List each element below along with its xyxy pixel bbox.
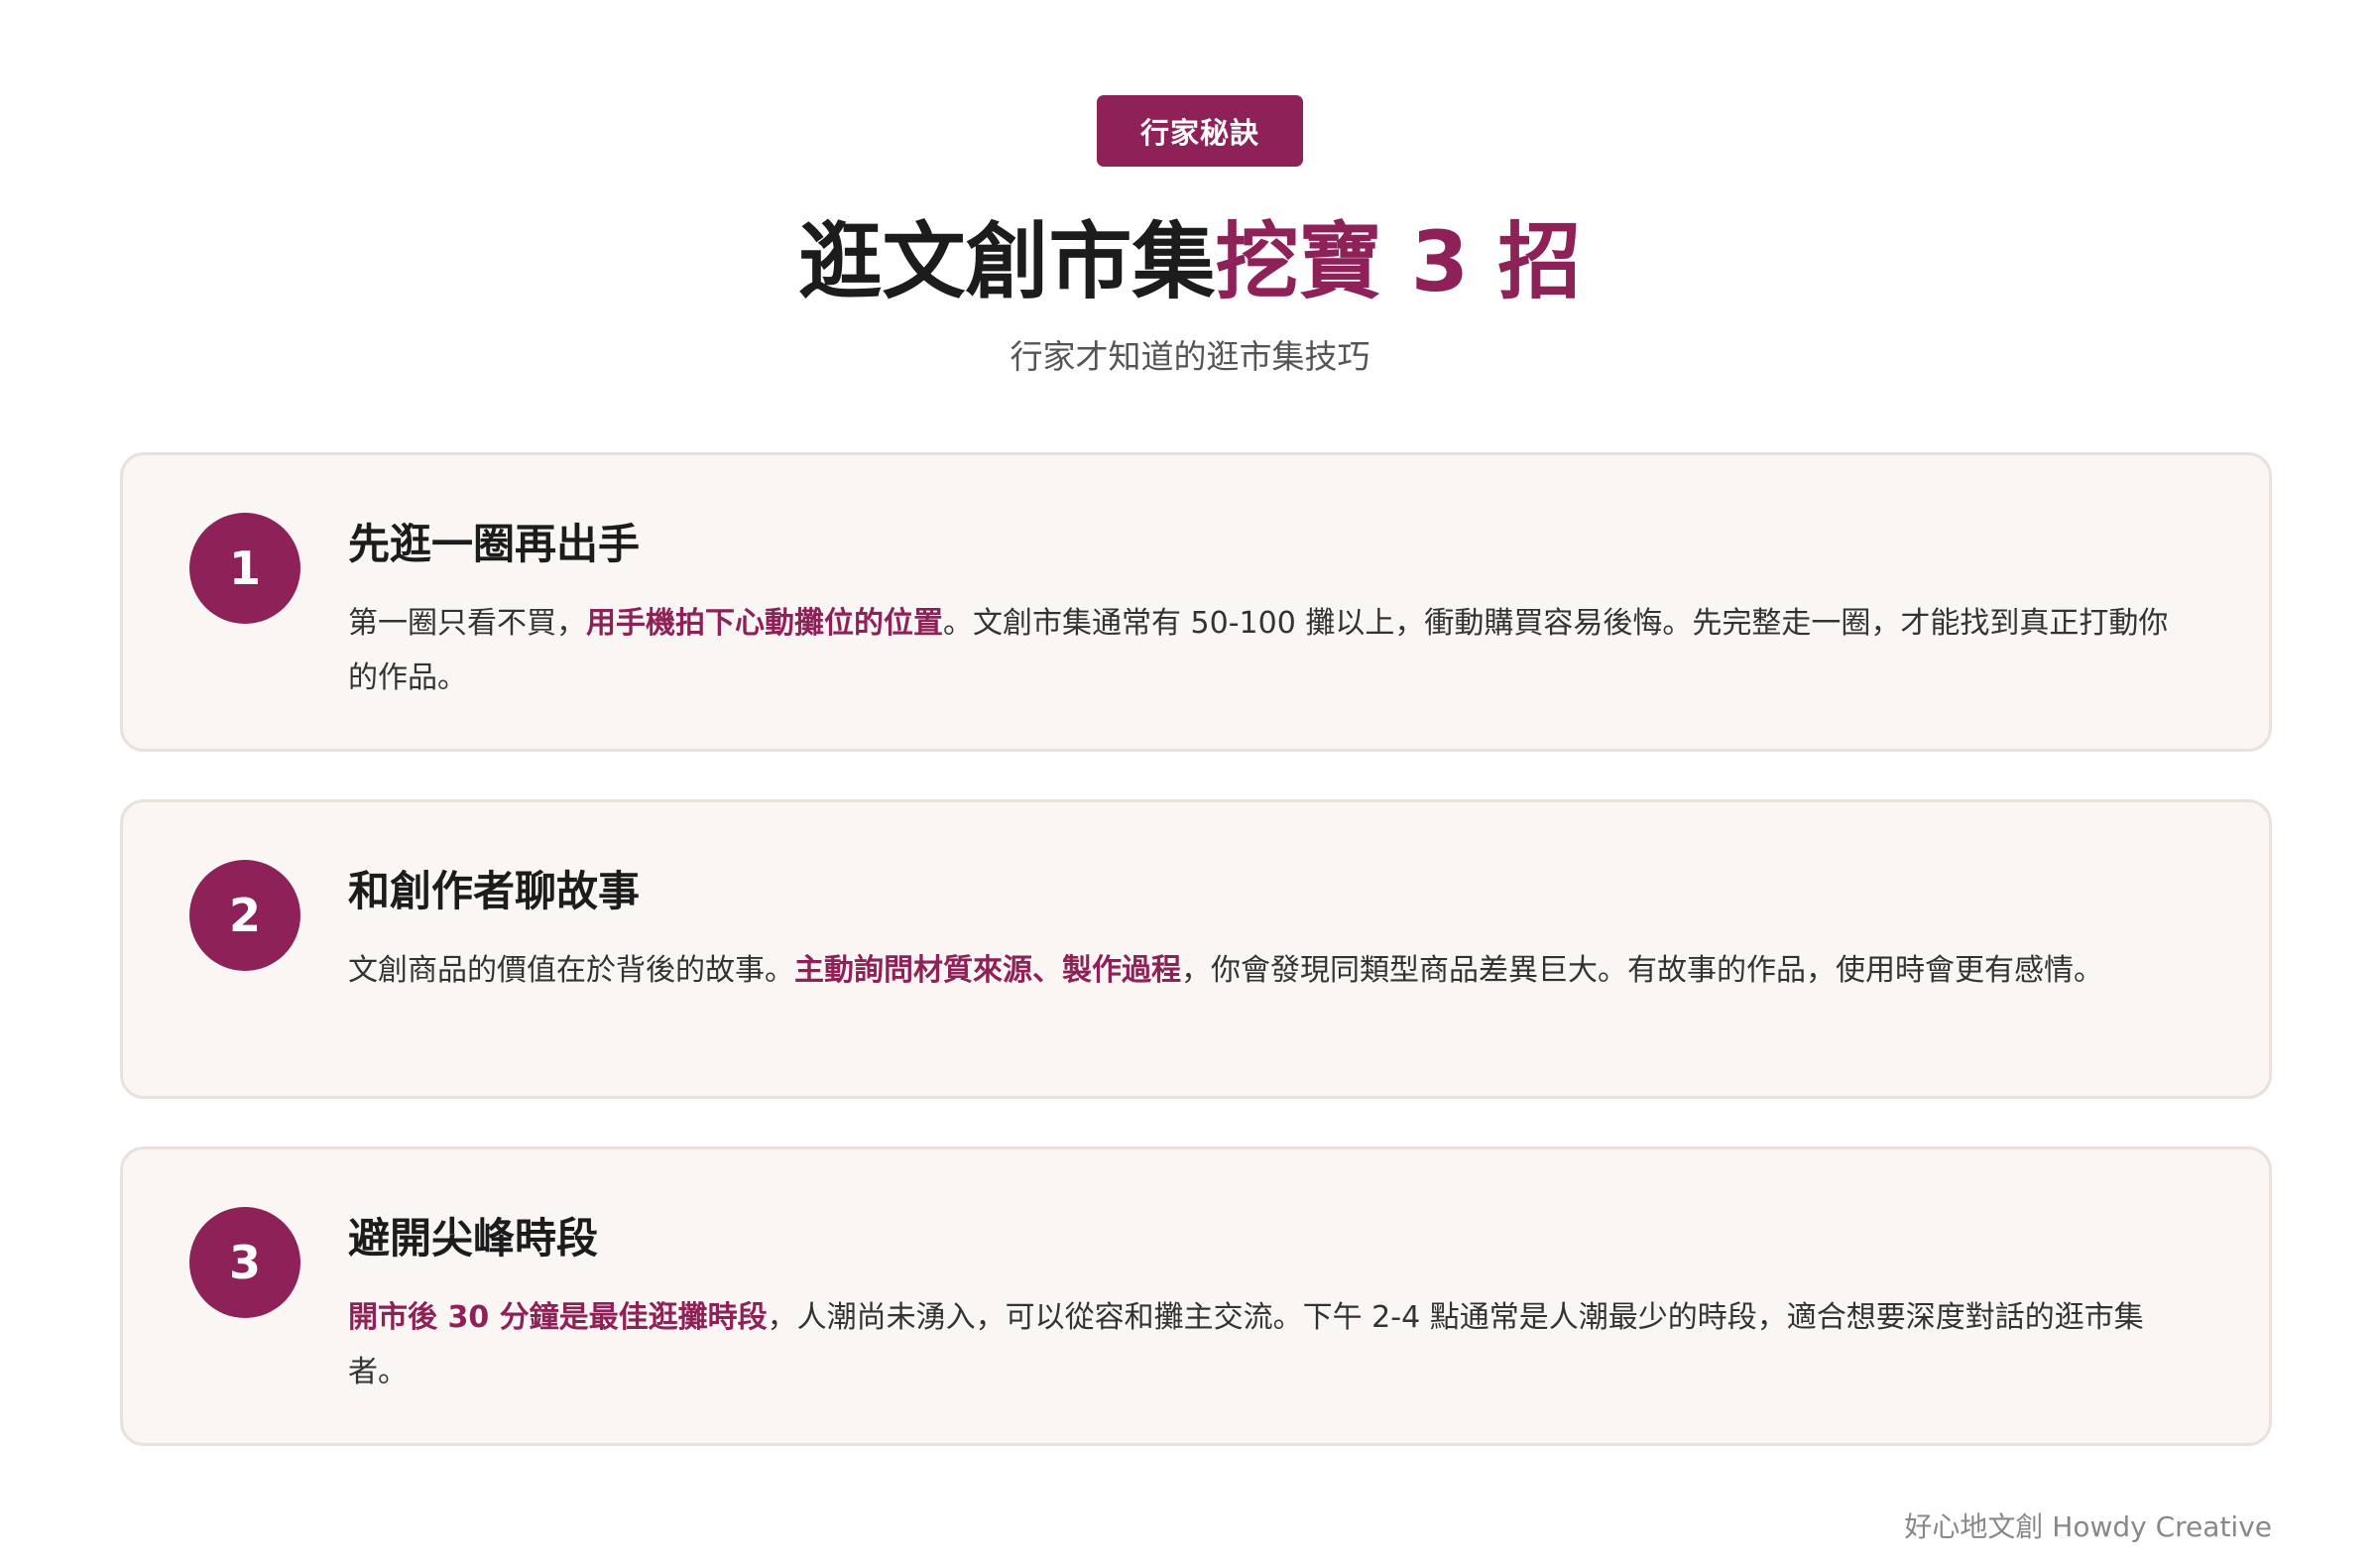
tip-desc-text: ，你會發現同類型商品差異巨大。有故事的作品，使用時會更有感情。	[1181, 953, 2103, 988]
tip-card-2: 2 和創作者聊故事 文創商品的價值在於背後的故事。主動詢問材質來源、製作過程，你…	[120, 799, 2272, 1099]
tip-desc-highlight: 主動詢問材質來源、製作過程	[794, 953, 1181, 988]
page-title: 逛文創市集挖寶 3 招	[0, 210, 2380, 313]
page-title-main: 逛文創市集	[798, 213, 1216, 310]
page-subtitle: 行家才知道的逛市集技巧	[1010, 337, 1370, 376]
tip-number-badge: 1	[189, 513, 300, 624]
tip-title: 先逛一圈再出手	[348, 520, 641, 568]
tip-card-1: 1 先逛一圈再出手 第一圈只看不買，用手機拍下心動攤位的位置。文創市集通常有 5…	[120, 452, 2272, 752]
tip-desc-text: 文創商品的價值在於背後的故事。	[348, 953, 794, 988]
section-badge: 行家秘訣	[1097, 95, 1303, 167]
tip-description: 第一圈只看不買，用手機拍下心動攤位的位置。文創市集通常有 50-100 攤以上，…	[348, 596, 2193, 705]
tip-title: 和創作者聊故事	[348, 867, 641, 915]
tip-number-badge: 2	[189, 860, 300, 971]
tip-number-badge: 3	[189, 1207, 300, 1318]
tip-card-3: 3 避開尖峰時段 開市後 30 分鐘是最佳逛攤時段，人潮尚未湧入，可以從容和攤主…	[120, 1146, 2272, 1446]
tip-description: 開市後 30 分鐘是最佳逛攤時段，人潮尚未湧入，可以從容和攤主交流。下午 2-4…	[348, 1290, 2193, 1399]
tip-desc-highlight: 用手機拍下心動攤位的位置	[586, 606, 943, 641]
tip-desc-text: 第一圈只看不買，	[348, 606, 586, 641]
tip-description: 文創商品的價值在於背後的故事。主動詢問材質來源、製作過程，你會發現同類型商品差異…	[348, 943, 2193, 998]
footer-credit: 好心地文創 Howdy Creative	[1904, 1510, 2272, 1543]
tip-desc-highlight: 開市後 30 分鐘是最佳逛攤時段	[348, 1300, 768, 1335]
tip-title: 避開尖峰時段	[348, 1214, 599, 1263]
page-title-accent: 挖寶 3 招	[1215, 213, 1582, 310]
